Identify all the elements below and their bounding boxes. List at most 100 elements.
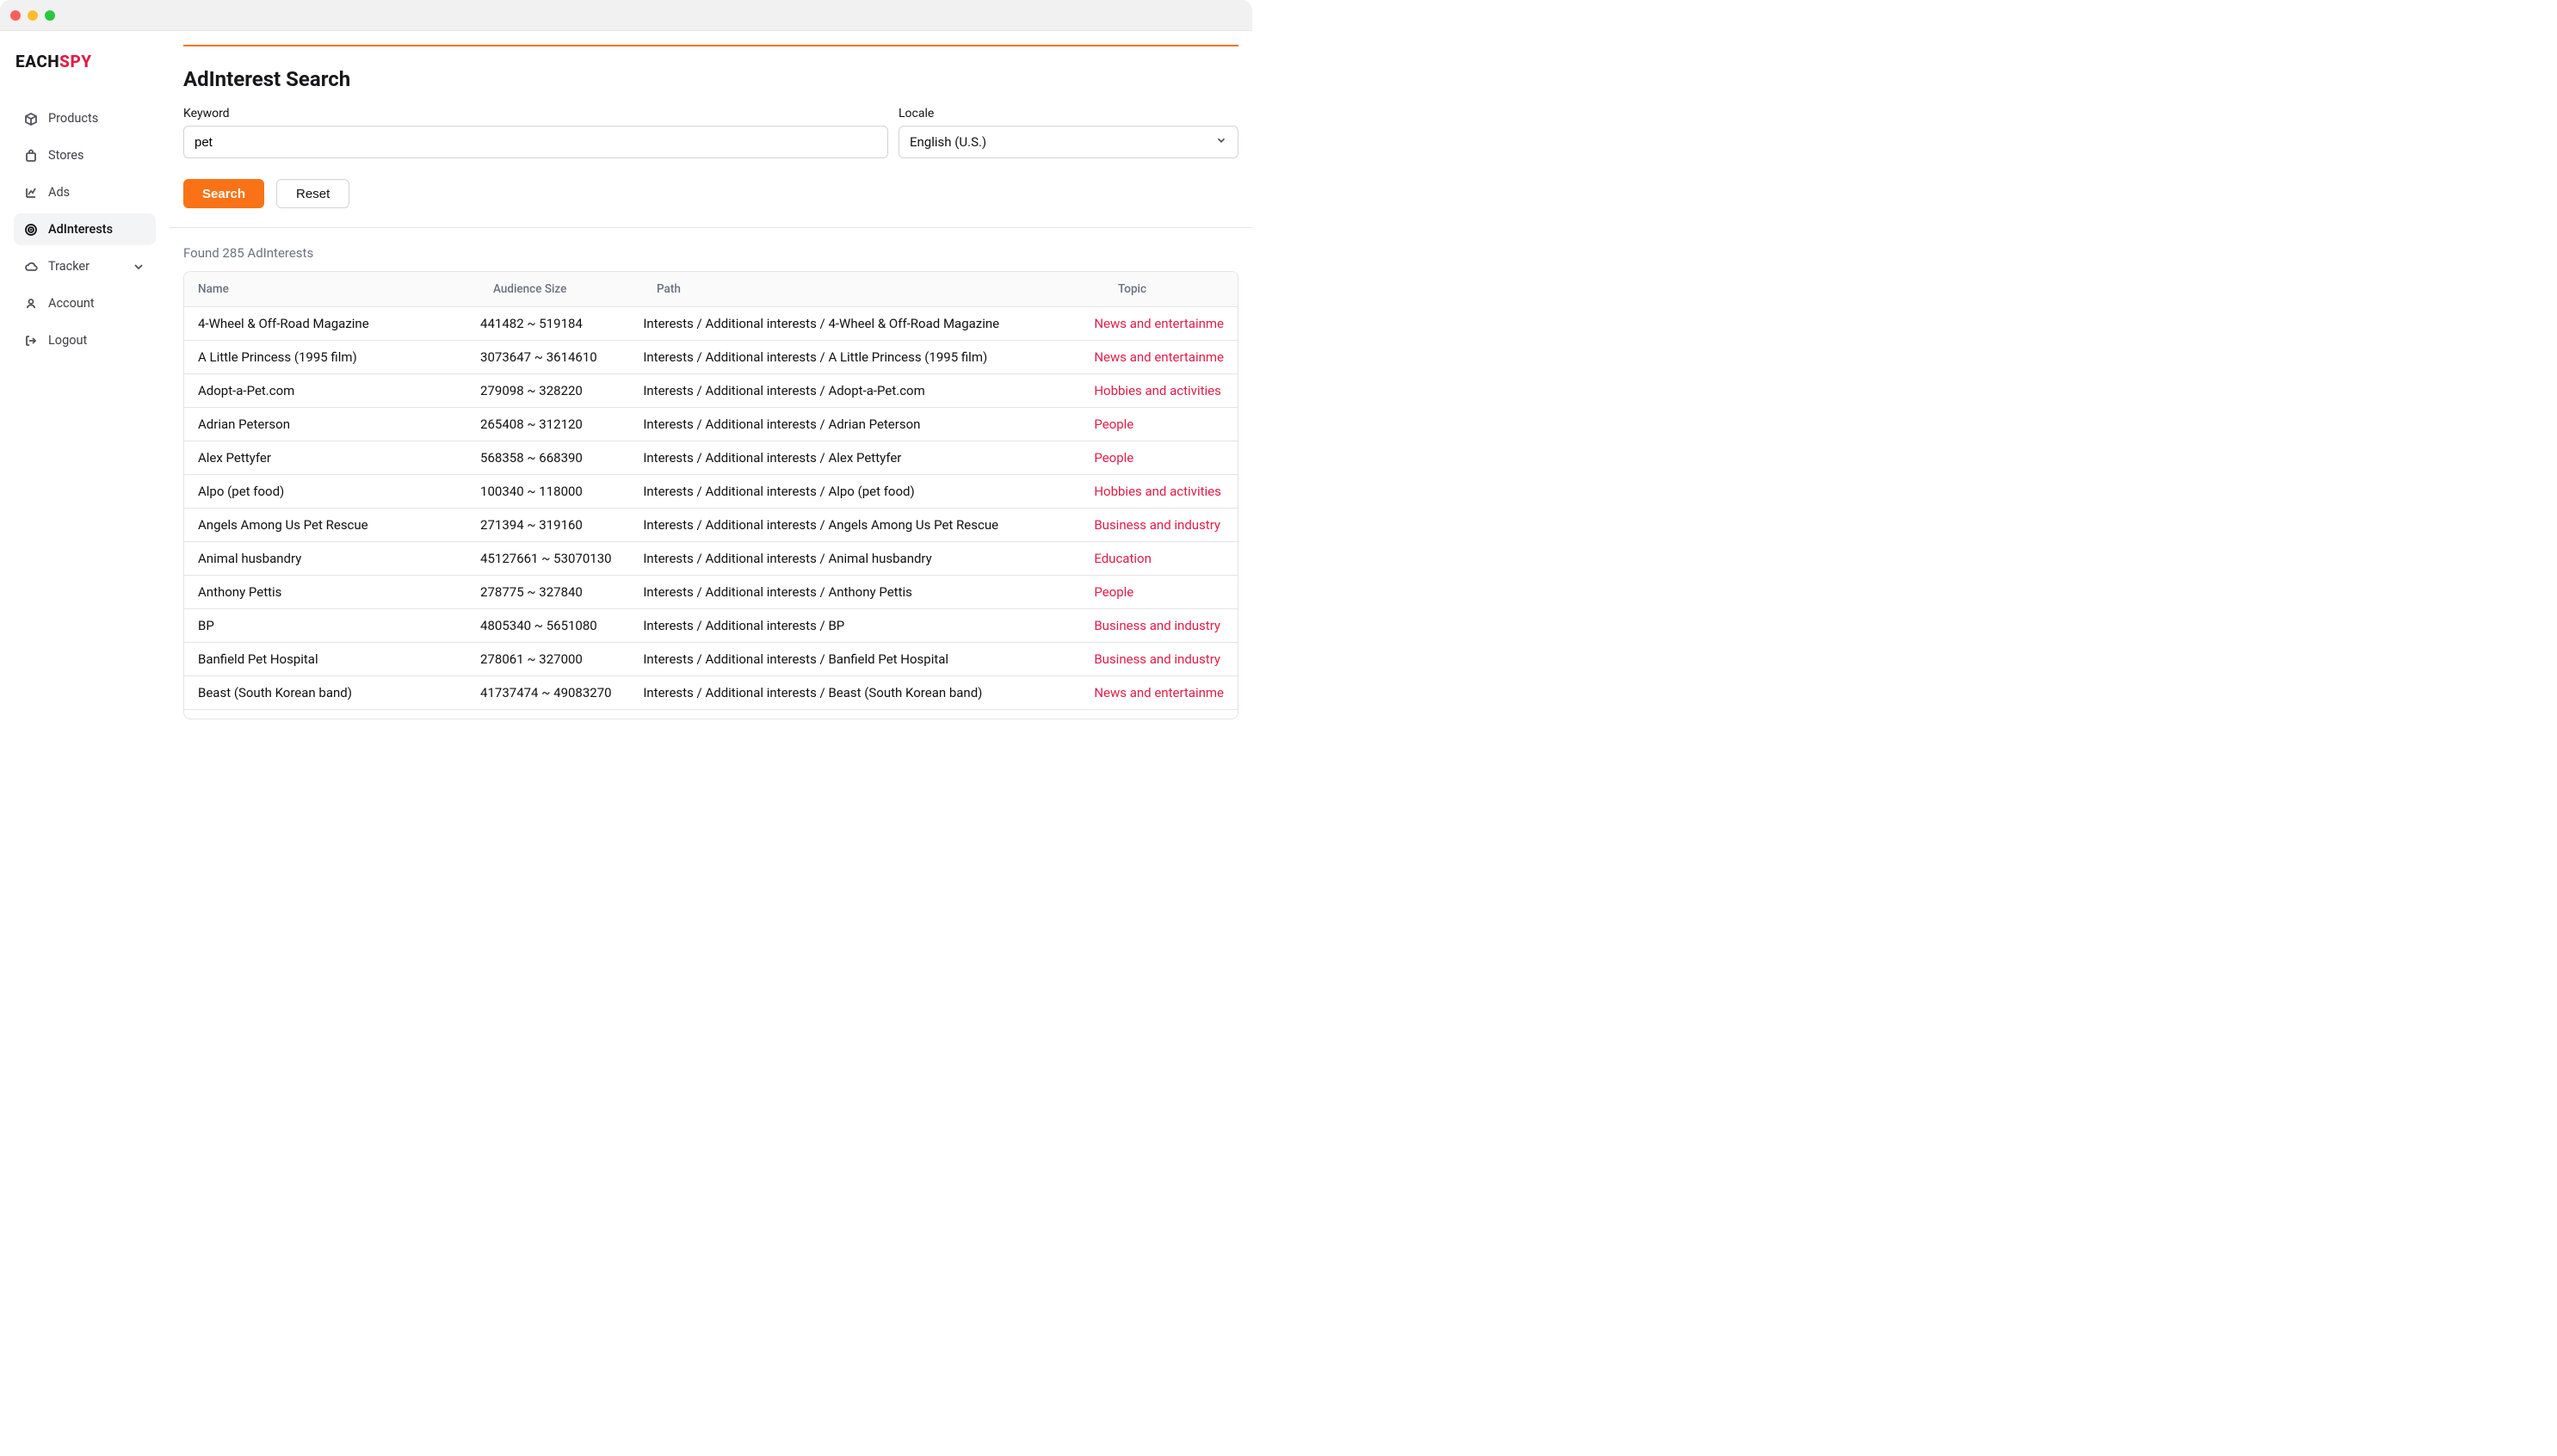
cell-path: Interests / Additional interests / 4-Whe… [629,307,1080,341]
cell-name: Bernadette Peters [184,710,466,719]
results-scroll[interactable]: 4-Wheel & Off-Road Magazine441482 ~ 5191… [184,307,1238,719]
cell-size: 441482 ~ 519184 [466,307,629,341]
results-table: Name Audience Size Path Topic [184,272,1238,307]
cell-name: Angels Among Us Pet Rescue [184,509,466,542]
search-form: Keyword Locale English (U.S.) [183,107,1238,158]
col-name[interactable]: Name [184,272,479,307]
sidebar-item-label: AdInterests [48,222,113,237]
cell-topic: People [1080,710,1238,719]
sidebar-item-logout[interactable]: Logout [14,324,156,356]
divider [170,227,1252,228]
cell-size: 271394 ~ 319160 [466,509,629,542]
table-row[interactable]: Adopt-a-Pet.com279098 ~ 328220Interests … [184,374,1238,408]
table-row[interactable]: A Little Princess (1995 film)3073647 ~ 3… [184,341,1238,374]
cell-name: BP [184,609,466,643]
brand-part2: SPY [59,52,91,71]
nav-list: Products Stores Ads AdInterests Tracker Accou… [14,102,156,356]
cell-name: Anthony Pettis [184,576,466,609]
search-button[interactable]: Search [183,179,264,208]
sidebar-item-label: Logout [48,333,87,348]
table-row[interactable]: Alpo (pet food)100340 ~ 118000Interests … [184,475,1238,509]
table-row[interactable]: Animal husbandry45127661 ~ 53070130Inter… [184,542,1238,576]
table-row[interactable]: Beast (South Korean band)41737474 ~ 4908… [184,676,1238,710]
cell-size: 278775 ~ 327840 [466,576,629,609]
cloud-icon [24,260,38,274]
logout-icon [24,334,38,348]
cell-size: 3073647 ~ 3614610 [466,341,629,374]
chart-icon [24,186,38,200]
table-row[interactable]: BP4805340 ~ 5651080Interests / Additiona… [184,609,1238,643]
sidebar-item-tracker[interactable]: Tracker [14,250,156,282]
sidebar-item-label: Products [48,111,98,126]
locale-value: English (U.S.) [910,134,986,150]
cell-path: Interests / Additional interests / Berna… [629,710,1080,719]
minimize-window-button[interactable] [28,10,38,21]
table-row[interactable]: Alex Pettyfer568358 ~ 668390Interests / … [184,441,1238,475]
maximize-window-button[interactable] [45,10,55,21]
cell-size: 100340 ~ 118000 [466,475,629,509]
cell-path: Interests / Additional interests / Anima… [629,542,1080,576]
cell-size: 880289 ~ 1035220 [466,710,629,719]
cell-topic: News and entertainme [1080,676,1238,710]
table-row[interactable]: Banfield Pet Hospital278061 ~ 327000Inte… [184,643,1238,676]
sidebar-item-ads[interactable]: Ads [14,176,156,208]
keyword-field[interactable] [195,135,877,150]
cell-path: Interests / Additional interests / A Lit… [629,341,1080,374]
brand-logo: EACHSPY [14,52,156,71]
cell-path: Interests / Additional interests / Beast… [629,676,1080,710]
cell-name: Alpo (pet food) [184,475,466,509]
sidebar-item-account[interactable]: Account [14,287,156,319]
close-window-button[interactable] [10,10,21,21]
table-row[interactable]: Adrian Peterson265408 ~ 312120Interests … [184,408,1238,441]
chevron-down-icon [1215,134,1227,150]
cell-topic: News and entertainme [1080,341,1238,374]
table-row[interactable]: Angels Among Us Pet Rescue271394 ~ 31916… [184,509,1238,542]
table-row[interactable]: 4-Wheel & Off-Road Magazine441482 ~ 5191… [184,307,1238,341]
cell-path: Interests / Additional interests / Adria… [629,408,1080,441]
cell-name: A Little Princess (1995 film) [184,341,466,374]
sidebar-item-products[interactable]: Products [14,102,156,134]
cell-name: Beast (South Korean band) [184,676,466,710]
cell-topic: People [1080,441,1238,475]
results-table-wrap: Name Audience Size Path Topic 4-Wheel & … [183,271,1238,719]
reset-button[interactable]: Reset [276,179,349,208]
table-row[interactable]: Bernadette Peters880289 ~ 1035220Interes… [184,710,1238,719]
results-count: Found 285 AdInterests [183,245,1238,261]
cell-path: Interests / Additional interests / Adopt… [629,374,1080,408]
cell-name: Animal husbandry [184,542,466,576]
app-window: EACHSPY Products Stores Ads AdInterests Trac… [0,0,1252,719]
keyword-input[interactable] [183,126,888,158]
sidebar-item-label: Tracker [48,259,90,274]
cell-topic: Business and industry [1080,643,1238,676]
cell-size: 41737474 ~ 49083270 [466,676,629,710]
cell-path: Interests / Additional interests / Antho… [629,576,1080,609]
sidebar: EACHSPY Products Stores Ads AdInterests Trac… [0,31,170,719]
col-path[interactable]: Path [643,272,1104,307]
titlebar [0,0,1252,31]
target-icon [24,223,38,237]
cell-topic: Hobbies and activities [1080,475,1238,509]
cell-path: Interests / Additional interests / BP [629,609,1080,643]
sidebar-item-label: Stores [48,148,83,163]
col-size[interactable]: Audience Size [479,272,643,307]
table-row[interactable]: Anthony Pettis278775 ~ 327840Interests /… [184,576,1238,609]
sidebar-item-label: Account [48,296,95,311]
cell-size: 265408 ~ 312120 [466,408,629,441]
sidebar-item-stores[interactable]: Stores [14,139,156,171]
sidebar-item-adinterests[interactable]: AdInterests [14,213,156,245]
cell-path: Interests / Additional interests / Banfi… [629,643,1080,676]
chevron-down-icon [132,260,145,274]
keyword-label: Keyword [183,107,888,120]
cell-topic: Business and industry [1080,509,1238,542]
cell-name: Adrian Peterson [184,408,466,441]
cell-topic: People [1080,408,1238,441]
cell-topic: Education [1080,542,1238,576]
bag-icon [24,149,38,163]
locale-select[interactable]: English (U.S.) [899,126,1238,158]
cell-size: 4805340 ~ 5651080 [466,609,629,643]
cell-name: Adopt-a-Pet.com [184,374,466,408]
cell-topic: Hobbies and activities [1080,374,1238,408]
results-body: 4-Wheel & Off-Road Magazine441482 ~ 5191… [184,307,1238,719]
cell-size: 278061 ~ 327000 [466,643,629,676]
col-topic[interactable]: Topic [1104,272,1238,307]
